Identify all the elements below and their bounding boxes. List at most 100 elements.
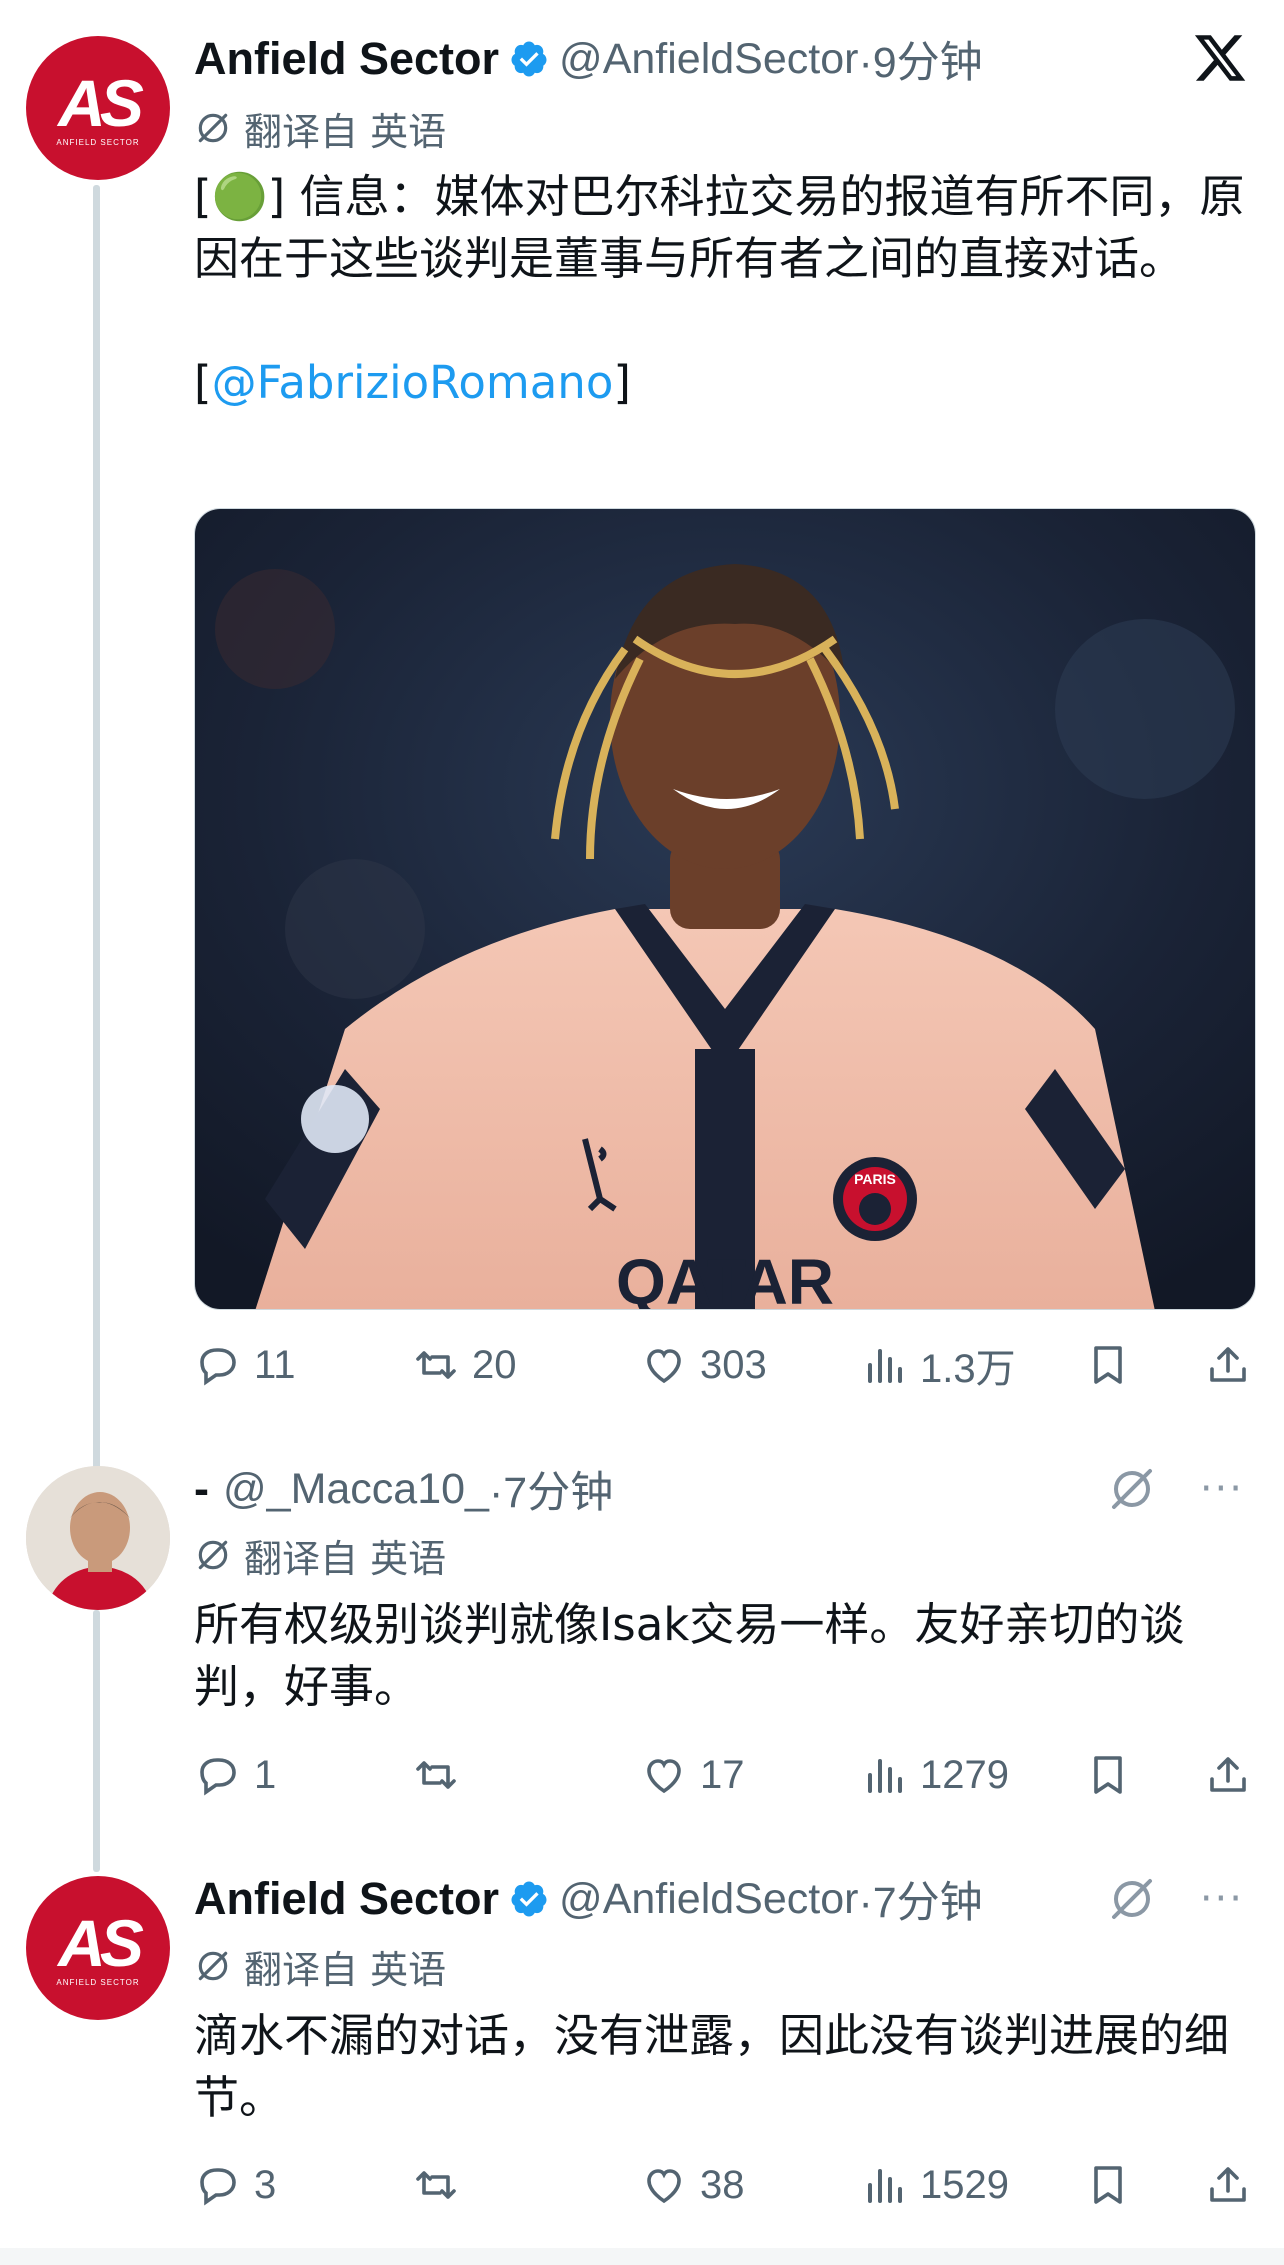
like-button[interactable]: 17 (640, 1745, 745, 1805)
retweet-icon (416, 1351, 456, 1379)
like-button[interactable]: 303 (640, 1335, 767, 1395)
heart-icon (647, 1759, 681, 1794)
more-icon[interactable]: ··· (1200, 1469, 1244, 1509)
source-bracket-close: ] (613, 356, 631, 409)
reply-icon (200, 1758, 236, 1796)
share-icon (1210, 1347, 1246, 1382)
views-button[interactable]: 1.3万 (860, 1335, 1016, 1395)
views-count: 1529 (920, 2162, 1009, 2207)
thread-line (93, 1610, 100, 1872)
share-icon (1210, 2167, 1246, 2202)
like-count: 303 (700, 1342, 767, 1387)
tweet-text: 滴水不漏的对话，没有泄露，因此没有谈判进展的细节。 (194, 2009, 1230, 2124)
badge-text: PARIS (854, 1171, 896, 1187)
tweet-media[interactable]: PARIS QATAR (194, 508, 1256, 1310)
avatar-photo (26, 1466, 170, 1610)
grok-icon[interactable] (1108, 1875, 1156, 1923)
retweet-button[interactable] (412, 2155, 472, 2215)
source-bracket-open: [ (194, 356, 212, 409)
tweet-text: 所有权级别谈判就像Isak交易一样。友好亲切的谈判，好事。 (194, 1598, 1185, 1713)
grok-icon[interactable] (1108, 1465, 1156, 1513)
display-name[interactable]: Anfield Sector (194, 1873, 499, 1925)
source-line: [@FabrizioRomano] (194, 352, 1254, 414)
user-handle[interactable]: @_Macca10_ (223, 1465, 489, 1514)
avatar[interactable] (26, 1466, 170, 1610)
retweet-button[interactable]: 20 (412, 1335, 517, 1395)
translation-label[interactable]: 翻译自 英语 (194, 1942, 446, 1992)
views-count: 1.3万 (920, 1347, 1016, 1391)
translation-label[interactable]: 翻译自 英语 (194, 1531, 446, 1581)
avatar[interactable]: AS ANFIELD SECTOR (26, 1876, 170, 2020)
tweet-header: Anfield Sector @AnfieldSector ·9分钟 (194, 28, 1244, 90)
verified-badge-icon (511, 41, 547, 77)
views-icon (868, 1759, 902, 1793)
avatar[interactable]: AS ANFIELD SECTOR (26, 36, 170, 180)
share-icon (1210, 1757, 1246, 1792)
jersey-sponsor-text: QATAR (616, 1246, 834, 1310)
tweet-header: - @_Macca10_ ·7分钟 ··· (194, 1458, 1244, 1520)
views-button[interactable]: 1279 (860, 1745, 1009, 1805)
avatar-logo-subtitle: ANFIELD SECTOR (56, 137, 140, 147)
display-name[interactable]: Anfield Sector (194, 33, 499, 85)
translation-text: 翻译自 英语 (244, 109, 447, 154)
x-logo[interactable] (1192, 30, 1248, 86)
bookmark-icon (1094, 1346, 1122, 1384)
share-button[interactable] (1204, 1745, 1252, 1805)
reply-icon (200, 1348, 236, 1386)
like-count: 38 (700, 2162, 745, 2207)
grok-icon (198, 1540, 228, 1570)
reply-button[interactable]: 1 (194, 1745, 276, 1805)
reply-button[interactable]: 3 (194, 2155, 276, 2215)
reply-icon (200, 2168, 236, 2206)
tweet-header: Anfield Sector @AnfieldSector ·7分钟 ··· (194, 1868, 1244, 1930)
more-icon[interactable]: ··· (1200, 1879, 1244, 1919)
reply-count: 3 (254, 2162, 277, 2207)
user-handle[interactable]: @AnfieldSector (559, 1875, 858, 1924)
action-bar: 3 38 1529 (194, 2155, 1256, 2215)
timestamp[interactable]: ·7分钟 (858, 1868, 982, 1930)
reply-count: 11 (254, 1342, 296, 1387)
bookmark-icon (1094, 1756, 1122, 1794)
user-handle[interactable]: @AnfieldSector (559, 35, 858, 84)
heart-icon (647, 2169, 681, 2204)
like-button[interactable]: 38 (640, 2155, 745, 2215)
timestamp[interactable]: ·7分钟 (489, 1458, 613, 1520)
reply-button[interactable]: 11 (194, 1335, 296, 1395)
share-button[interactable] (1204, 2155, 1252, 2215)
translation-text: 翻译自 英语 (244, 1947, 447, 1992)
retweet-button[interactable] (412, 1745, 472, 1805)
share-button[interactable] (1204, 1335, 1252, 1395)
avatar-logo-text: AS (58, 1905, 144, 1980)
bookmark-button[interactable] (1084, 1335, 1132, 1395)
text-bracket: [ (194, 170, 212, 223)
views-count: 1279 (920, 1752, 1009, 1797)
display-name[interactable]: - (194, 1463, 209, 1515)
views-icon (868, 2169, 902, 2203)
bookmark-icon (1094, 2166, 1122, 2204)
bookmark-button[interactable] (1084, 2155, 1132, 2215)
retweet-icon (416, 2171, 456, 2199)
translation-text: 翻译自 英语 (244, 1536, 447, 1581)
mention-link[interactable]: @FabrizioRomano (212, 356, 614, 409)
like-count: 17 (700, 1752, 745, 1797)
tweet-body: ] 信息：媒体对巴尔科拉交易的报道有所不同，原因在于这些谈判是董事与所有者之间的… (194, 170, 1245, 285)
verified-badge-icon (511, 1881, 547, 1917)
retweet-count: 20 (472, 1342, 517, 1387)
heart-icon (647, 1349, 681, 1384)
timestamp[interactable]: ·9分钟 (858, 28, 982, 90)
views-button[interactable]: 1529 (860, 2155, 1009, 2215)
bottom-strip (0, 2248, 1284, 2265)
green-circle-emoji: 🟢 (211, 170, 268, 223)
grok-icon (198, 1951, 228, 1981)
translation-label[interactable]: 翻译自 英语 (194, 104, 446, 154)
thread-line (93, 185, 100, 1470)
views-icon (868, 1349, 902, 1383)
bookmark-button[interactable] (1084, 1745, 1132, 1805)
retweet-icon (416, 1761, 456, 1789)
reply-count: 1 (254, 1752, 277, 1797)
avatar-logo-text: AS (58, 65, 144, 140)
avatar-logo-subtitle: ANFIELD SECTOR (56, 1977, 140, 1987)
action-bar: 11 20 303 1.3万 (194, 1335, 1256, 1395)
grok-icon (198, 113, 228, 143)
player-photo: PARIS QATAR (195, 509, 1255, 1310)
